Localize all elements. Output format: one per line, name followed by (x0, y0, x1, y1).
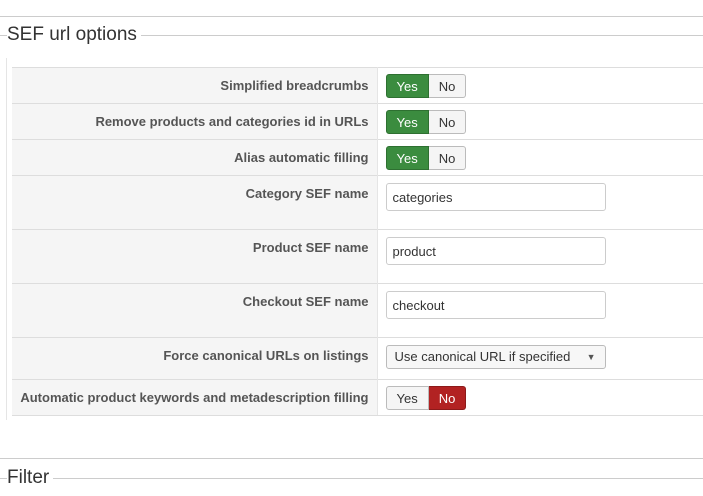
section-title: SEF url options (7, 23, 141, 47)
remove-ids-no-button[interactable]: No (428, 110, 467, 134)
checkout-sef-name-input[interactable] (385, 291, 606, 319)
remove-ids-yes-button[interactable]: Yes (385, 110, 429, 134)
canonical-urls-selected-value: Use canonical URL if specified (394, 349, 571, 364)
category-sef-name-input[interactable] (385, 183, 606, 211)
simplified-breadcrumbs-no-button[interactable]: No (428, 74, 467, 98)
auto-keywords-toggle: Yes No (385, 386, 467, 410)
alias-filling-toggle: Yes No (385, 146, 467, 170)
filter-divider (0, 458, 703, 459)
filter-title: Filter (7, 466, 54, 490)
option-label: Category SEF name (245, 186, 369, 201)
simplified-breadcrumbs-toggle: Yes No (385, 74, 467, 98)
option-label: Simplified breadcrumbs (220, 78, 369, 93)
option-row: Force canonical URLs on listings Use can… (12, 337, 703, 380)
section-legend: SEF url options (0, 23, 703, 47)
simplified-breadcrumbs-yes-button[interactable]: Yes (385, 74, 429, 98)
option-label: Alias automatic filling (234, 150, 369, 165)
chevron-down-icon: ▼ (586, 352, 596, 362)
option-row: Category SEF name (12, 175, 703, 230)
option-label: Force canonical URLs on listings (163, 348, 369, 363)
option-label: Checkout SEF name (242, 294, 369, 309)
remove-ids-toggle: Yes No (385, 110, 467, 134)
alias-filling-no-button[interactable]: No (428, 146, 467, 170)
option-label: Product SEF name (252, 240, 369, 255)
option-label: Automatic product keywords and metadescr… (20, 390, 369, 405)
option-row: Automatic product keywords and metadescr… (12, 379, 703, 416)
sef-options-table: Simplified breadcrumbs Yes No Remove pro… (12, 67, 703, 416)
auto-keywords-no-button[interactable]: No (428, 386, 467, 410)
option-row: Remove products and categories id in URL… (12, 103, 703, 140)
alias-filling-yes-button[interactable]: Yes (385, 146, 429, 170)
filter-legend: Filter (0, 466, 703, 490)
option-row: Simplified breadcrumbs Yes No (12, 67, 703, 104)
auto-keywords-yes-button[interactable]: Yes (385, 386, 429, 410)
option-row: Alias automatic filling Yes No (12, 139, 703, 176)
canonical-urls-select[interactable]: Use canonical URL if specified ▼ (385, 345, 606, 369)
option-row: Product SEF name (12, 229, 703, 284)
option-row: Checkout SEF name (12, 283, 703, 338)
top-divider (0, 16, 703, 17)
option-label: Remove products and categories id in URL… (95, 114, 369, 129)
product-sef-name-input[interactable] (385, 237, 606, 265)
